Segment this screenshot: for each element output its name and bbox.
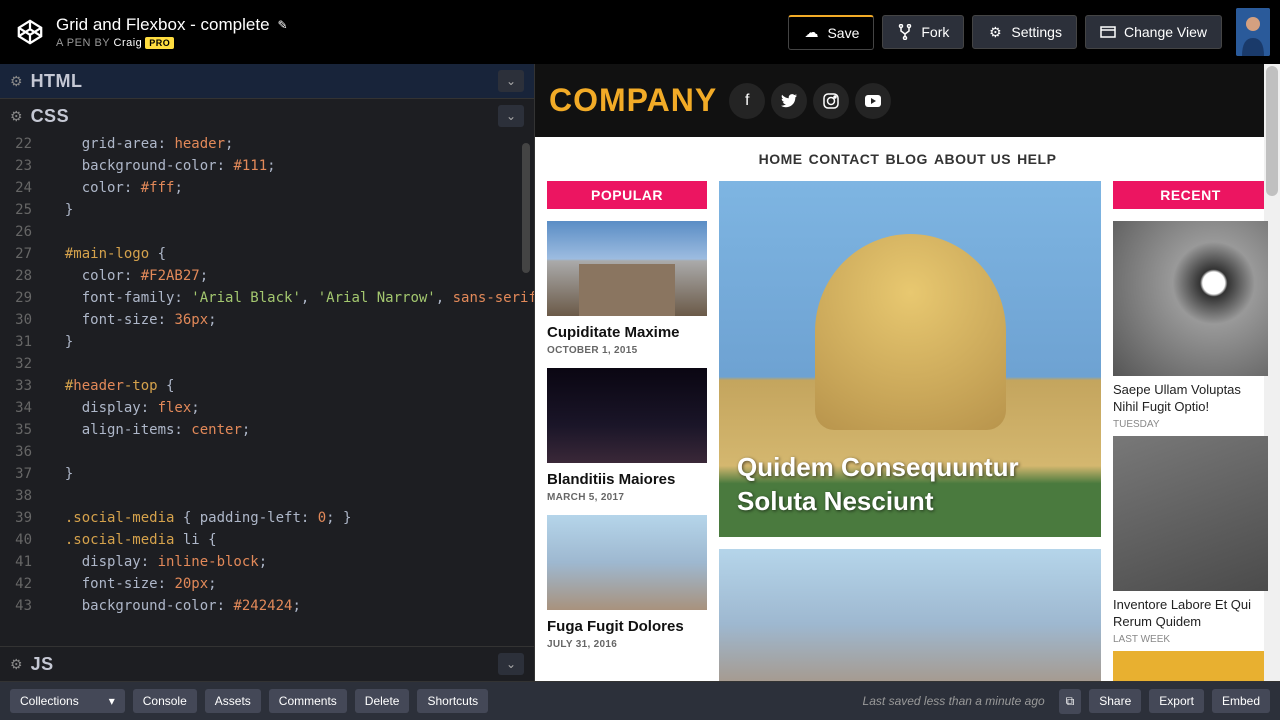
collections-dropdown[interactable]: Collections ▾: [10, 689, 125, 713]
change-view-button[interactable]: Change View: [1085, 15, 1222, 49]
assets-button[interactable]: Assets: [205, 689, 261, 713]
popular-card[interactable]: Blanditiis Maiores MARCH 5, 2017: [547, 368, 707, 503]
codepen-logo-icon[interactable]: [16, 18, 44, 46]
nav-item[interactable]: CONTACT: [809, 151, 880, 167]
pen-byline: A PEN BY CraigPRO: [56, 37, 288, 49]
css-panel-title: CSS: [31, 106, 70, 127]
company-logo: COMPANY: [549, 82, 717, 119]
settings-label: Settings: [1011, 24, 1062, 40]
js-panel-header[interactable]: ⚙ JS ⌄: [0, 646, 534, 681]
css-editor[interactable]: 2223242526272829303132333435363738394041…: [0, 133, 534, 646]
caret-down-icon: ▾: [109, 694, 115, 708]
preview-header: COMPANY f: [535, 64, 1280, 137]
delete-button[interactable]: Delete: [355, 689, 410, 713]
save-button[interactable]: ☁ Save: [788, 15, 874, 50]
save-status: Last saved less than a minute ago: [863, 694, 1045, 708]
preview-pane: COMPANY f HOME CONTACT BLOG ABOUT US HELP PO…: [535, 64, 1280, 681]
twitter-icon[interactable]: [771, 83, 807, 119]
fork-button[interactable]: Fork: [882, 15, 964, 49]
editor-column: ⚙ HTML ⌄ ⚙ CSS ⌄ 2223242526272829303132333…: [0, 64, 535, 681]
popout-icon[interactable]: ⧉: [1059, 689, 1082, 714]
cloud-icon: ☁: [803, 25, 819, 41]
recent-card[interactable]: Saepe Ullam Voluptas Nihil Fugit Optio! T…: [1113, 221, 1268, 430]
card-date: OCTOBER 1, 2015: [547, 345, 707, 356]
edit-icon[interactable]: ✎: [278, 18, 288, 32]
save-label: Save: [827, 25, 859, 41]
main-area: ⚙ HTML ⌄ ⚙ CSS ⌄ 2223242526272829303132333…: [0, 64, 1280, 681]
card-image: [547, 221, 707, 316]
popular-card[interactable]: Fuga Fugit Dolores JULY 31, 2016: [547, 515, 707, 650]
youtube-icon[interactable]: [855, 83, 891, 119]
nav-item[interactable]: BLOG: [885, 151, 927, 167]
settings-button[interactable]: ⚙ Settings: [972, 15, 1077, 49]
hero-article[interactable]: Quidem Consequuntur Soluta Nesciunt: [719, 181, 1101, 537]
secondary-article[interactable]: [719, 549, 1101, 681]
byline-prefix: A PEN BY: [56, 37, 110, 49]
nav-item[interactable]: HELP: [1017, 151, 1056, 167]
scrollbar-thumb[interactable]: [1266, 66, 1278, 196]
recent-date: TUESDAY: [1113, 419, 1268, 430]
fork-icon: [897, 24, 913, 40]
footer-bar: Collections ▾ Console Assets Comments Del…: [0, 681, 1280, 720]
gear-icon[interactable]: ⚙: [10, 108, 23, 125]
share-button[interactable]: Share: [1089, 689, 1141, 713]
change-view-label: Change View: [1124, 24, 1207, 40]
fork-label: Fork: [921, 24, 949, 40]
export-button[interactable]: Export: [1149, 689, 1204, 713]
recent-sidebar: RECENT Saepe Ullam Voluptas Nihil Fugit …: [1113, 181, 1268, 681]
gear-icon: ⚙: [987, 24, 1003, 40]
recent-title: Inventore Labore Et Qui Rerum Quidem: [1113, 597, 1268, 631]
card-title: Cupiditate Maxime: [547, 324, 707, 341]
recent-image: [1113, 221, 1268, 376]
card-image: [547, 368, 707, 463]
recent-heading: RECENT: [1113, 181, 1268, 209]
avatar[interactable]: [1236, 8, 1270, 56]
card-title: Blanditiis Maiores: [547, 471, 707, 488]
chevron-down-icon[interactable]: ⌄: [498, 653, 524, 675]
recent-title: Saepe Ullam Voluptas Nihil Fugit Optio!: [1113, 382, 1268, 416]
preview-nav: HOME CONTACT BLOG ABOUT US HELP: [535, 137, 1280, 181]
nav-item[interactable]: HOME: [759, 151, 803, 167]
pen-title[interactable]: Grid and Flexbox - complete: [56, 15, 270, 35]
js-panel-title: JS: [31, 654, 54, 675]
chevron-down-icon[interactable]: ⌄: [498, 70, 524, 92]
collections-label: Collections: [20, 694, 79, 708]
recent-image: [1113, 651, 1268, 681]
console-button[interactable]: Console: [133, 689, 197, 713]
popular-card[interactable]: Cupiditate Maxime OCTOBER 1, 2015: [547, 221, 707, 356]
html-panel-title: HTML: [31, 71, 83, 92]
gear-icon[interactable]: ⚙: [10, 656, 23, 673]
facebook-icon[interactable]: f: [729, 83, 765, 119]
recent-date: LAST WEEK: [1113, 634, 1268, 645]
embed-button[interactable]: Embed: [1212, 689, 1270, 713]
popular-sidebar: POPULAR Cupiditate Maxime OCTOBER 1, 2015…: [547, 181, 707, 681]
chevron-down-icon[interactable]: ⌄: [498, 105, 524, 127]
card-date: JULY 31, 2016: [547, 639, 707, 650]
main-content: Quidem Consequuntur Soluta Nesciunt: [719, 181, 1101, 681]
top-header: Grid and Flexbox - complete ✎ A PEN BY C…: [0, 0, 1280, 64]
nav-item[interactable]: ABOUT US: [934, 151, 1011, 167]
card-title: Fuga Fugit Dolores: [547, 618, 707, 635]
author-link[interactable]: Craig: [114, 37, 143, 49]
recent-card[interactable]: Inventore Labore Et Qui Rerum Quidem LAST…: [1113, 436, 1268, 645]
pro-badge: PRO: [145, 37, 174, 49]
hero-title: Quidem Consequuntur Soluta Nesciunt: [719, 433, 1101, 537]
comments-button[interactable]: Comments: [269, 689, 347, 713]
layout-icon: [1100, 24, 1116, 40]
html-panel-header[interactable]: ⚙ HTML ⌄: [0, 64, 534, 98]
card-date: MARCH 5, 2017: [547, 492, 707, 503]
card-image: [547, 515, 707, 610]
css-panel-header[interactable]: ⚙ CSS ⌄: [0, 98, 534, 133]
popular-heading: POPULAR: [547, 181, 707, 209]
recent-image: [1113, 436, 1268, 591]
instagram-icon[interactable]: [813, 83, 849, 119]
gear-icon[interactable]: ⚙: [10, 73, 23, 90]
recent-card[interactable]: [1113, 651, 1268, 681]
shortcuts-button[interactable]: Shortcuts: [417, 689, 488, 713]
